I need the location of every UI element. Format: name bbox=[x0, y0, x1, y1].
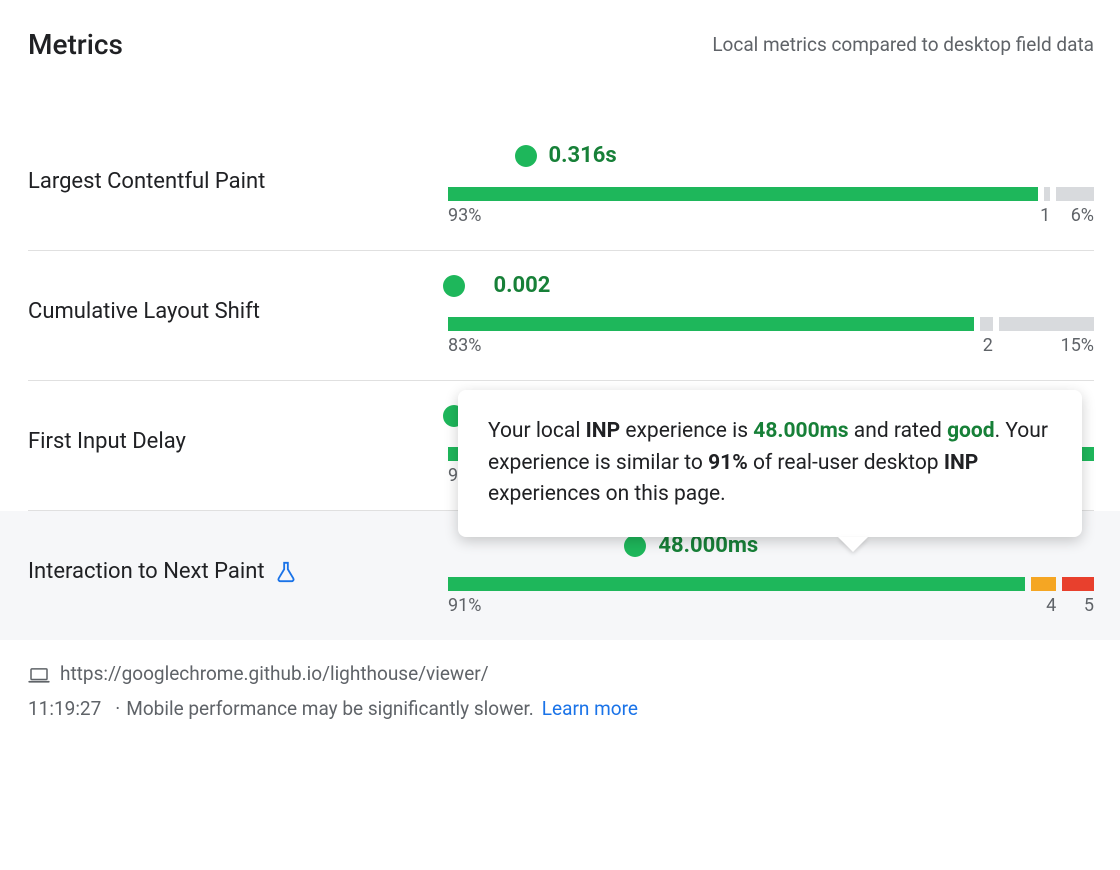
tt-text: experiences on this page. bbox=[488, 482, 726, 506]
pct-needs-work: 2 bbox=[980, 335, 993, 356]
pct-good: 83% bbox=[448, 335, 974, 356]
metric-marker: 0.316s bbox=[515, 145, 537, 167]
pct-poor: 15% bbox=[999, 335, 1094, 356]
seg-poor bbox=[1062, 577, 1094, 591]
tt-percentile: 91% bbox=[708, 451, 748, 475]
metric-name: Interaction to Next Paint bbox=[28, 541, 448, 584]
footer-note: Mobile performance may be significantly … bbox=[109, 697, 534, 720]
metric-row-lcp[interactable]: Largest Contentful Paint 0.316s 93% 1 6% bbox=[28, 121, 1094, 251]
metric-value: 0.316s bbox=[549, 143, 617, 168]
marker-dot-icon bbox=[624, 535, 646, 557]
seg-poor bbox=[999, 317, 1094, 331]
metrics-header: Metrics Local metrics compared to deskto… bbox=[28, 28, 1094, 61]
marker-dot-icon bbox=[443, 275, 465, 297]
seg-good bbox=[448, 187, 1038, 201]
metric-name-text: Interaction to Next Paint bbox=[28, 559, 265, 584]
seg-good bbox=[448, 577, 1025, 591]
metric-value: 0.002 bbox=[493, 273, 550, 298]
seg-good bbox=[448, 317, 974, 331]
tt-rating: good bbox=[947, 419, 995, 443]
tt-text: experience is bbox=[620, 419, 753, 443]
metric-chart: 0.002 83% 2 15% bbox=[448, 281, 1094, 356]
page-title: Metrics bbox=[28, 28, 123, 61]
metric-rows: Largest Contentful Paint 0.316s 93% 1 6% bbox=[28, 121, 1094, 640]
pct-good: 93% bbox=[448, 205, 1034, 226]
pct-good: 91% bbox=[448, 595, 1025, 616]
distribution-bar bbox=[448, 187, 1094, 201]
footer: https://googlechrome.github.io/lighthous… bbox=[28, 662, 1094, 720]
tt-text: of real-user desktop bbox=[748, 451, 944, 475]
metric-marker: 48.000ms bbox=[624, 535, 646, 557]
tt-text: Your local bbox=[488, 419, 586, 443]
footer-url-line: https://googlechrome.github.io/lighthous… bbox=[28, 662, 1094, 685]
distribution-bar bbox=[448, 317, 1094, 331]
seg-poor bbox=[1056, 187, 1094, 201]
pct-poor: 5 bbox=[1062, 595, 1094, 616]
laptop-icon bbox=[28, 666, 50, 682]
tt-value: 48.000ms bbox=[753, 419, 848, 443]
metric-chart: 0.316s 93% 1 6% bbox=[448, 151, 1094, 226]
seg-needs-work bbox=[980, 317, 993, 331]
metric-name: Cumulative Layout Shift bbox=[28, 281, 448, 324]
page-url: https://googlechrome.github.io/lighthous… bbox=[60, 662, 489, 685]
distribution-labels: 83% 2 15% bbox=[448, 335, 1094, 356]
footer-info-line: 11:19:27 Mobile performance may be signi… bbox=[28, 697, 1094, 720]
metric-name: First Input Delay bbox=[28, 411, 448, 454]
tt-metric-abbr: INP bbox=[944, 451, 979, 475]
timestamp: 11:19:27 bbox=[28, 697, 101, 720]
distribution-labels: 93% 1 6% bbox=[448, 205, 1094, 226]
metric-marker: 0.002 bbox=[443, 275, 465, 297]
distribution-bar bbox=[448, 577, 1094, 591]
distribution-labels: 91% 4 5 bbox=[448, 595, 1094, 616]
page-subtitle: Local metrics compared to desktop field … bbox=[712, 33, 1094, 56]
learn-more-link[interactable]: Learn more bbox=[542, 697, 638, 720]
tt-text: and rated bbox=[849, 419, 947, 443]
metric-name: Largest Contentful Paint bbox=[28, 151, 448, 194]
marker-dot-icon bbox=[515, 145, 537, 167]
metric-chart: 48.000ms 91% 4 5 bbox=[448, 541, 1094, 616]
metric-row-cls[interactable]: Cumulative Layout Shift 0.002 83% 2 15% bbox=[28, 251, 1094, 381]
tt-metric-abbr: INP bbox=[586, 419, 621, 443]
seg-needs-work bbox=[1031, 577, 1056, 591]
metric-value: 48.000ms bbox=[658, 533, 758, 558]
pct-needs-work: 4 bbox=[1031, 595, 1056, 616]
inp-tooltip: Your local INP experience is 48.000ms an… bbox=[458, 390, 1082, 537]
pct-needs-work: 1 bbox=[1040, 205, 1050, 226]
seg-needs-work bbox=[1044, 187, 1050, 201]
pct-poor: 6% bbox=[1056, 205, 1094, 226]
flask-icon bbox=[275, 561, 297, 583]
